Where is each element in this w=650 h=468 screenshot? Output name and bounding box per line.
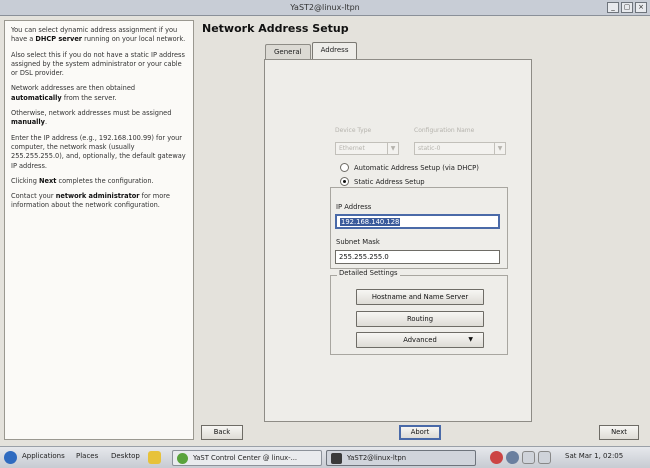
subnet-mask-value: 255.255.255.0 xyxy=(339,253,389,261)
tab-general[interactable]: General xyxy=(265,44,311,59)
help-paragraph: Network addresses are then obtained auto… xyxy=(11,84,187,103)
help-text: . xyxy=(44,118,48,127)
update-icon[interactable] xyxy=(490,451,503,464)
places-menu[interactable]: Places xyxy=(76,452,98,460)
help-text: Contact your xyxy=(11,192,56,201)
ip-address-label: IP Address xyxy=(336,203,372,211)
help-paragraph: Otherwise, network addresses must be ass… xyxy=(11,109,187,128)
subnet-mask-input[interactable]: 255.255.255.0 xyxy=(335,250,500,264)
window-title: YaST2@linux-ltpn xyxy=(290,3,360,12)
help-text: completes the configuration. xyxy=(56,176,154,185)
minimize-button[interactable]: _ xyxy=(607,2,619,13)
help-paragraph: Clicking Next completes the configuratio… xyxy=(11,177,187,186)
radio-checked-icon xyxy=(340,177,349,186)
advanced-button-label: Advanced xyxy=(403,336,437,344)
help-paragraph: Also select this if you do not have a st… xyxy=(11,51,187,79)
yast-icon xyxy=(177,453,188,464)
close-button[interactable]: × xyxy=(635,2,647,13)
radio-static[interactable]: Static Address Setup xyxy=(340,177,425,186)
back-button[interactable]: Back xyxy=(201,425,243,440)
help-paragraph: Contact your network administrator for m… xyxy=(11,192,187,211)
next-button[interactable]: Next xyxy=(599,425,639,440)
routing-button[interactable]: Routing xyxy=(356,311,484,327)
window-controls: _ ▢ × xyxy=(607,2,647,13)
chevron-down-icon: ▼ xyxy=(387,143,398,154)
chevron-down-icon: ▼ xyxy=(494,143,505,154)
applications-menu[interactable]: Applications xyxy=(22,452,65,460)
tab-bar: General Address xyxy=(265,42,358,59)
ip-address-input[interactable]: 192.168.140.128 xyxy=(335,214,500,229)
help-text: Network addresses are then obtained xyxy=(11,84,136,93)
taskbar-item-yast2[interactable]: YaST2@linux-ltpn xyxy=(326,450,476,466)
page-title: Network Address Setup xyxy=(202,22,349,35)
tab-address[interactable]: Address xyxy=(311,42,358,59)
help-text: Otherwise, network addresses must be ass… xyxy=(11,109,172,118)
help-pane: You can select dynamic address assignmen… xyxy=(4,20,194,440)
config-name-combo[interactable]: static-0 ▼ xyxy=(414,142,506,155)
help-paragraph: Enter the IP address (e.g., 192.168.100.… xyxy=(11,134,187,171)
help-text: running on your local network. xyxy=(82,35,186,44)
terminal-icon xyxy=(331,453,342,464)
radio-dhcp-label: Automatic Address Setup (via DHCP) xyxy=(354,163,479,172)
ip-address-value: 192.168.140.128 xyxy=(340,218,401,226)
taskbar: Applications Places Desktop YaST Control… xyxy=(0,446,650,468)
desktop-menu[interactable]: Desktop xyxy=(111,452,140,460)
help-bold-text: manually xyxy=(11,118,45,127)
detailed-settings-legend: Detailed Settings xyxy=(337,269,400,277)
subnet-mask-label: Subnet Mask xyxy=(336,238,380,246)
help-text: Enter the IP address (e.g., 192.168.100.… xyxy=(11,133,186,170)
window-titlebar[interactable]: YaST2@linux-ltpn _ ▢ × xyxy=(0,0,650,16)
help-bold-text: automatically xyxy=(11,93,62,102)
device-type-combo[interactable]: Ethernet ▼ xyxy=(335,142,399,155)
help-paragraph: You can select dynamic address assignmen… xyxy=(11,26,187,45)
help-text: Clicking xyxy=(11,176,40,185)
clock[interactable]: Sat Mar 1, 02:05 xyxy=(565,452,623,460)
network-icon[interactable] xyxy=(522,451,535,464)
task-label: YaST2@linux-ltpn xyxy=(347,454,407,462)
help-text: from the server. xyxy=(61,93,117,102)
radio-circle-icon xyxy=(340,163,349,172)
gnome-foot-icon[interactable] xyxy=(4,451,17,464)
taskbar-item-control-center[interactable]: YaST Control Center @ linux-... xyxy=(172,450,322,466)
radio-dhcp[interactable]: Automatic Address Setup (via DHCP) xyxy=(340,163,479,172)
maximize-button[interactable]: ▢ xyxy=(621,2,633,13)
hostname-nameserver-button[interactable]: Hostname and Name Server xyxy=(356,289,484,305)
task-label: YaST Control Center @ linux-... xyxy=(193,454,298,462)
help-text: Also select this if you do not have a st… xyxy=(11,50,185,78)
config-name-label: Configuration Name xyxy=(414,127,475,134)
help-bold-text: DHCP server xyxy=(35,35,83,44)
help-bold-text: network administrator xyxy=(55,192,140,201)
config-name-value: static-0 xyxy=(418,145,441,152)
abort-button[interactable]: Abort xyxy=(399,425,441,440)
search-icon[interactable] xyxy=(506,451,519,464)
chevron-down-icon: ▼ xyxy=(468,336,473,343)
folder-icon[interactable] xyxy=(148,451,161,464)
radio-static-label: Static Address Setup xyxy=(354,177,425,186)
advanced-button[interactable]: Advanced ▼ xyxy=(356,332,484,348)
device-type-value: Ethernet xyxy=(339,145,365,152)
device-type-label: Device Type xyxy=(335,127,372,134)
help-bold-text: Next xyxy=(39,176,57,185)
volume-icon[interactable] xyxy=(538,451,551,464)
